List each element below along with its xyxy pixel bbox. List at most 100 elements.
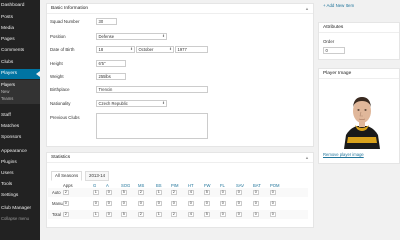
previous-clubs-label: Previous Clubs <box>50 115 80 120</box>
stat-cell-input[interactable]: 1 <box>156 212 162 217</box>
column-header: A <box>106 183 109 188</box>
remove-player-image-link[interactable]: Remove player image <box>323 152 364 157</box>
dob-year-input[interactable]: 1977 <box>175 46 208 53</box>
stat-cell-input[interactable]: 0 <box>204 201 210 206</box>
column-header: FW <box>204 183 211 188</box>
attributes-header[interactable]: Attributes <box>319 23 399 33</box>
stat-cell-input[interactable]: 0 <box>253 190 259 195</box>
stat-cell-input[interactable]: 0 <box>220 212 226 217</box>
sidebar-item-club-manager[interactable]: Club Manager <box>0 204 40 214</box>
sidebar-item-comments[interactable]: Comments <box>0 46 40 56</box>
table-row-manual <box>48 199 308 208</box>
stat-cell-input[interactable]: 0 <box>106 212 112 217</box>
stat-cell-input[interactable]: 0 <box>270 190 276 195</box>
player-image-header[interactable]: Player Image <box>319 69 399 79</box>
stat-cell-input[interactable]: 0 <box>106 190 112 195</box>
column-header: MS <box>138 183 145 188</box>
sidebar-item-staff[interactable]: Staff <box>0 111 40 121</box>
sidebar-item-dashboard[interactable]: Dashboard <box>0 1 40 11</box>
birthplace-input[interactable]: Trencin <box>96 86 208 93</box>
squad-number-label: Squad Number <box>50 19 80 24</box>
basic-information-header[interactable]: Basic Information ▲ <box>47 4 313 14</box>
order-input[interactable]: 0 <box>323 47 345 54</box>
sidebar-item-sponsors[interactable]: Sponsors <box>0 133 40 143</box>
add-new-item-link[interactable]: + Add New Item <box>323 3 354 8</box>
stat-cell-input[interactable]: 4 <box>188 190 194 195</box>
sidebar-item-matches[interactable]: Matches <box>0 122 40 132</box>
submenu-item-players[interactable]: Players <box>0 82 40 88</box>
stat-cell-input[interactable]: 0 <box>236 201 242 206</box>
weight-input[interactable]: 255lbs <box>96 73 126 80</box>
submenu-item-new[interactable]: New <box>0 89 40 95</box>
dob-day-select[interactable]: 18 <box>96 46 135 53</box>
stat-cell-input[interactable]: 0 <box>270 212 276 217</box>
stat-cell-input[interactable]: 0 <box>220 190 226 195</box>
stat-cell-input[interactable]: 0 <box>106 201 112 206</box>
stat-cell-input[interactable]: 0 <box>253 212 259 217</box>
stat-cell-input[interactable]: 0 <box>138 201 144 206</box>
previous-clubs-textarea[interactable] <box>96 113 208 139</box>
basic-information-title: Basic Information <box>51 6 89 11</box>
stat-cell-input[interactable]: 0 <box>171 201 177 206</box>
statistics-title: Statistics <box>51 155 71 160</box>
stat-cell-input[interactable]: 0 <box>236 190 242 195</box>
stat-cell-input[interactable]: 0 <box>156 201 162 206</box>
sidebar-item-users[interactable]: Users <box>0 169 40 179</box>
date-of-birth-label: Date of Birth <box>50 47 75 52</box>
stat-cell-input[interactable]: 0 <box>220 201 226 206</box>
stat-cell-input[interactable]: 0 <box>188 201 194 206</box>
height-input[interactable]: 6'5" <box>96 60 126 67</box>
stat-cell-input[interactable]: 5 <box>204 190 210 195</box>
sidebar-item-players[interactable]: Players <box>0 69 40 79</box>
collapse-menu-button[interactable]: Collapse menu <box>0 216 40 222</box>
stat-cell-input[interactable]: 0 <box>253 201 259 206</box>
sidebar-item-clubs[interactable]: Clubs <box>0 58 40 68</box>
stat-cell-input[interactable]: 2 <box>171 212 177 217</box>
sidebar-item-tools[interactable]: Tools <box>0 180 40 190</box>
tab-2013-14[interactable]: 2013-14 <box>85 171 110 181</box>
stat-cell-input[interactable]: 2 <box>63 212 69 217</box>
column-header: POM <box>270 183 280 188</box>
collapse-toggle-icon[interactable]: ▲ <box>305 4 309 14</box>
stat-cell-input[interactable]: 2 <box>171 190 177 195</box>
nationality-select[interactable]: Czech Republic <box>96 100 167 107</box>
stat-cell-input[interactable]: 0 <box>121 201 127 206</box>
sidebar-item-media[interactable]: Media <box>0 24 40 34</box>
stat-cell-input[interactable]: 4 <box>188 212 194 217</box>
stat-cell-input[interactable]: 2 <box>63 190 69 195</box>
column-header: BAT <box>253 183 261 188</box>
stat-cell-input[interactable]: 5 <box>121 190 127 195</box>
player-image-title: Player Image <box>323 71 352 76</box>
stat-cell-input[interactable]: 0 <box>63 201 69 206</box>
stat-cell-input[interactable]: 2 <box>138 212 144 217</box>
squad-number-input[interactable]: 30 <box>96 18 117 25</box>
sidebar-item-posts[interactable]: Posts <box>0 13 40 23</box>
sidebar-item-pages[interactable]: Pages <box>0 35 40 45</box>
height-label: Height <box>50 61 63 66</box>
stat-cell-input[interactable]: 1 <box>93 190 99 195</box>
admin-sidebar: Dashboard Posts Media Pages Comments Clu… <box>0 0 40 240</box>
stat-cell-input[interactable]: 0 <box>270 201 276 206</box>
stat-cell-input[interactable]: 1 <box>156 190 162 195</box>
stat-cell-input[interactable]: 0 <box>236 212 242 217</box>
stat-cell-input[interactable]: 0 <box>93 201 99 206</box>
player-photo[interactable] <box>342 91 382 149</box>
sidebar-item-plugins[interactable]: Plugins <box>0 158 40 168</box>
order-label: Order <box>323 39 335 44</box>
stat-cell-input[interactable]: 5 <box>204 212 210 217</box>
stat-cell-input[interactable]: 1 <box>93 212 99 217</box>
row-label: Auto <box>52 190 61 195</box>
stat-cell-input[interactable]: 5 <box>121 212 127 217</box>
position-select[interactable]: Defense <box>96 33 167 40</box>
sidebar-item-appearance[interactable]: Appearance <box>0 147 40 157</box>
collapse-toggle-icon[interactable]: ▲ <box>305 153 309 163</box>
stat-cell-input[interactable]: 2 <box>138 190 144 195</box>
submenu-item-teams[interactable]: Teams <box>0 96 40 102</box>
column-header: BS <box>156 183 162 188</box>
position-label: Position <box>50 34 66 39</box>
dob-month-select[interactable]: October <box>136 46 174 53</box>
column-header: PIM <box>171 183 179 188</box>
tab-all-seasons[interactable]: All Seasons <box>51 171 83 181</box>
sidebar-item-settings[interactable]: Settings <box>0 191 40 201</box>
statistics-header[interactable]: Statistics ▲ <box>47 153 313 163</box>
